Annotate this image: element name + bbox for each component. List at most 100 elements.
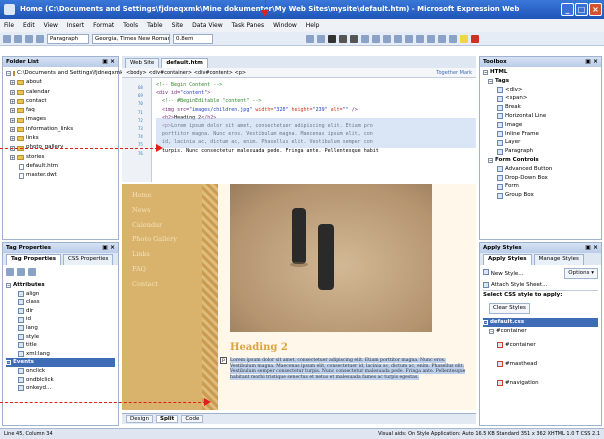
- event-row[interactable]: onkeyd...: [6, 384, 115, 393]
- alpha-sort-icon[interactable]: [17, 268, 25, 276]
- align-left-icon[interactable]: [361, 34, 369, 43]
- nav-link-news[interactable]: News: [132, 203, 177, 218]
- close-button[interactable]: ×: [589, 3, 602, 16]
- tree-item[interactable]: + information_links: [6, 125, 115, 134]
- style-rule-container[interactable]: − #container: [483, 327, 598, 336]
- tree-item[interactable]: + images: [6, 115, 115, 124]
- section-tags[interactable]: − Tags: [483, 77, 598, 86]
- tab-code[interactable]: Code: [181, 415, 204, 423]
- attr-row[interactable]: xml:lang: [6, 350, 115, 359]
- tool-span[interactable]: <span>: [483, 94, 598, 103]
- menu-help[interactable]: Help: [306, 22, 320, 29]
- tool-div[interactable]: <div>: [483, 86, 598, 95]
- children-photo[interactable]: [230, 184, 432, 332]
- highlight-icon[interactable]: [460, 34, 468, 43]
- nav-link-home[interactable]: Home: [132, 188, 177, 203]
- code-line[interactable]: <div id="content">: [156, 90, 210, 98]
- tool-form[interactable]: Form: [483, 182, 598, 191]
- code-line[interactable]: <img src="images/children.jpg" width="32…: [156, 107, 358, 115]
- size-select[interactable]: 0.8em: [173, 33, 213, 44]
- border-icon[interactable]: [449, 34, 457, 43]
- tab-design[interactable]: Design: [126, 415, 153, 423]
- style-item[interactable]: #container: [483, 336, 598, 355]
- tree-item[interactable]: + links: [6, 134, 115, 143]
- menu-edit[interactable]: Edit: [23, 22, 35, 29]
- panel-close-icon[interactable]: ▣ ×: [102, 58, 115, 65]
- tab-css-properties[interactable]: CSS Properties: [63, 254, 114, 265]
- code-line[interactable]: <!-- Begin Content -->: [156, 82, 222, 90]
- attr-row[interactable]: align: [6, 290, 115, 299]
- indent-icon[interactable]: [438, 34, 446, 43]
- align-right-icon[interactable]: [383, 34, 391, 43]
- justify-icon[interactable]: [394, 34, 402, 43]
- outdent-icon[interactable]: [427, 34, 435, 43]
- tool-image[interactable]: Image: [483, 121, 598, 130]
- tool-advanced-button[interactable]: Advanced Button: [483, 165, 598, 174]
- numbered-list-icon[interactable]: [405, 34, 413, 43]
- font-color-icon[interactable]: [471, 34, 479, 43]
- tree-item[interactable]: + about: [6, 78, 115, 87]
- menu-window[interactable]: Window: [273, 22, 297, 29]
- undo-icon[interactable]: [306, 34, 314, 43]
- attributes-section[interactable]: − Attributes: [6, 281, 115, 290]
- maximize-button[interactable]: □: [575, 3, 588, 16]
- style-select[interactable]: Paragraph: [47, 33, 89, 44]
- attr-row[interactable]: style: [6, 333, 115, 342]
- tool-dropdown[interactable]: Drop-Down Box: [483, 174, 598, 183]
- code-line[interactable]: turpis. Nunc consectetur malesuada pede.…: [156, 148, 379, 156]
- menu-task-panes[interactable]: Task Panes: [232, 22, 265, 29]
- panel-close-icon[interactable]: ▣ ×: [585, 58, 598, 65]
- tab-tag-properties[interactable]: Tag Properties: [6, 254, 62, 265]
- tree-item[interactable]: master.dwt: [6, 171, 115, 180]
- heading-2[interactable]: Heading 2: [230, 342, 288, 353]
- menu-site[interactable]: Site: [172, 22, 184, 29]
- italic-icon[interactable]: [339, 34, 347, 43]
- tree-item[interactable]: + stories: [6, 153, 115, 162]
- attach-sheet-link[interactable]: Attach Style Sheet...: [483, 281, 598, 290]
- code-view[interactable]: 68 <!-- Begin Content --> 69 <div id="conte…: [122, 78, 476, 182]
- panel-close-icon[interactable]: ▣ ×: [585, 244, 598, 251]
- stylesheet-default-css[interactable]: − default.css: [483, 318, 598, 327]
- new-style-link[interactable]: New Style...: [483, 268, 524, 279]
- font-select[interactable]: Georgia, Times New Roman: [92, 33, 170, 44]
- menu-file[interactable]: File: [4, 22, 14, 29]
- redo-icon[interactable]: [317, 34, 325, 43]
- panel-close-icon[interactable]: ▣ ×: [102, 244, 115, 251]
- menu-view[interactable]: View: [44, 22, 58, 29]
- tab-manage-styles[interactable]: Manage Styles: [533, 254, 584, 265]
- tab-web-site[interactable]: Web Site: [125, 58, 160, 68]
- attr-row[interactable]: dir: [6, 307, 115, 316]
- tab-default-htm[interactable]: default.htm: [161, 58, 208, 68]
- sort-icon[interactable]: [6, 268, 14, 276]
- tab-split[interactable]: Split: [156, 415, 179, 423]
- nav-link-calendar[interactable]: Calendar: [132, 218, 177, 233]
- bullet-list-icon[interactable]: [416, 34, 424, 43]
- body-paragraph[interactable]: Lorem ipsum dolor sit amet, consectetuer…: [230, 358, 470, 380]
- tree-item[interactable]: + faq: [6, 106, 115, 115]
- tool-paragraph[interactable]: Paragraph: [483, 147, 598, 156]
- preview-icon[interactable]: [36, 34, 44, 43]
- tree-root[interactable]: − C:\Documents and Settings\fjdneqxmk: [6, 69, 123, 78]
- attr-row[interactable]: class: [6, 298, 115, 307]
- clear-styles-item[interactable]: Clear Styles: [483, 299, 598, 318]
- events-section[interactable]: − Events: [6, 358, 115, 367]
- code-line[interactable]: <!-- #BeginEditable "content" -->: [156, 98, 261, 106]
- event-row[interactable]: ondblclick: [6, 376, 115, 385]
- section-html[interactable]: − HTML: [483, 68, 598, 77]
- tool-layer[interactable]: Layer: [483, 138, 598, 147]
- tree-item[interactable]: default.htm: [6, 162, 115, 171]
- attr-row[interactable]: lang: [6, 324, 115, 333]
- align-center-icon[interactable]: [372, 34, 380, 43]
- menu-format[interactable]: Format: [93, 22, 114, 29]
- save-icon[interactable]: [25, 34, 33, 43]
- tab-apply-styles[interactable]: Apply Styles: [483, 254, 532, 265]
- nav-link-photo-gallery[interactable]: Photo Gallery: [132, 232, 177, 247]
- underline-icon[interactable]: [350, 34, 358, 43]
- new-page-icon[interactable]: [3, 34, 11, 43]
- style-item[interactable]: #navigation: [483, 374, 598, 393]
- attr-row[interactable]: id: [6, 315, 115, 324]
- show-set-icon[interactable]: [28, 268, 36, 276]
- attr-row[interactable]: title: [6, 341, 115, 350]
- minimize-button[interactable]: _: [561, 3, 574, 16]
- design-view[interactable]: Home News Calendar Photo Gallery Links F…: [122, 184, 476, 410]
